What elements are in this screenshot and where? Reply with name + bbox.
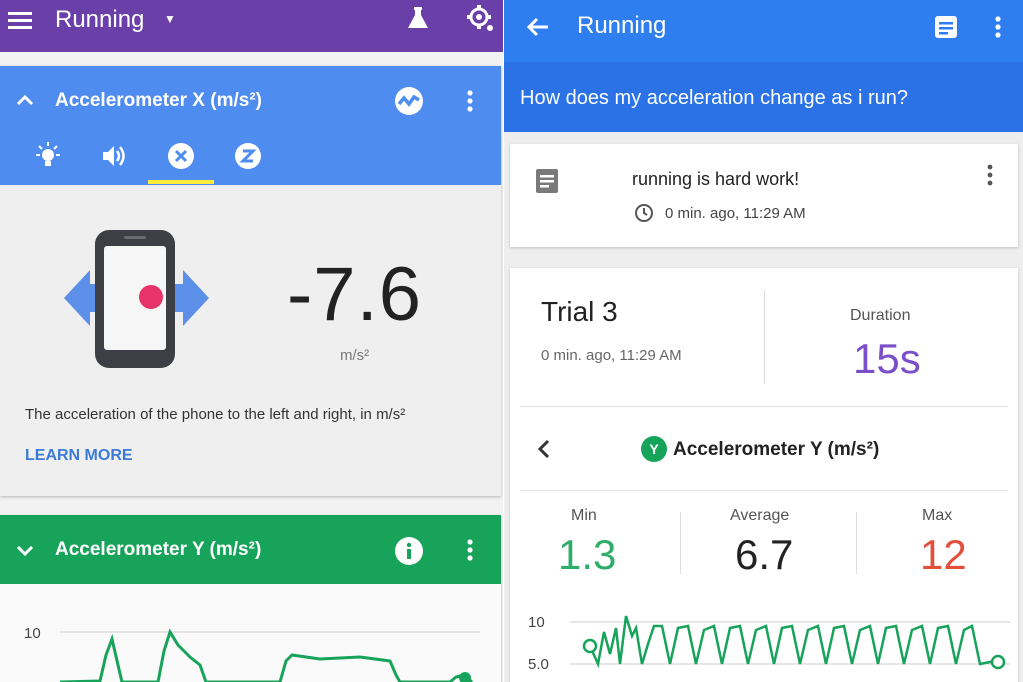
duration-value: 15s	[853, 335, 921, 382]
accelerometer-y-icon: Y	[640, 435, 668, 468]
stat-max-label: Max	[922, 507, 953, 524]
right-app-bar: Running	[504, 0, 1023, 62]
note-text: running is hard work!	[632, 169, 800, 189]
stat-min-value: 1.3	[558, 531, 617, 578]
sound-icon[interactable]	[94, 140, 134, 172]
accelerometer-x-card: Accelerometer X (m/s²) -7.6 m/s² The acc…	[0, 66, 501, 496]
trial-timestamp: 0 min. ago, 11:29 AM	[541, 347, 682, 364]
sensor-title[interactable]: Accelerometer X (m/s²)	[55, 90, 262, 112]
clock-icon	[633, 202, 655, 229]
stat-max-value: 12	[920, 531, 967, 578]
divider	[520, 490, 1008, 491]
accelerometer-x-icon[interactable]	[161, 140, 201, 172]
trial-graph[interactable]	[570, 606, 1010, 682]
accelerometer-y-card: Accelerometer Y (m/s²) 10	[0, 515, 501, 682]
trial-card: Trial 3 0 min. ago, 11:29 AM Duration 15…	[510, 268, 1018, 682]
stat-min-label: Min	[571, 507, 597, 524]
expand-chevron-icon[interactable]	[14, 539, 36, 566]
accelerometer-y-header: Accelerometer Y (m/s²)	[0, 515, 501, 584]
divider	[680, 512, 681, 574]
sensor-title[interactable]: Accelerometer Y (m/s²)	[55, 539, 261, 561]
brightness-icon[interactable]	[28, 140, 68, 172]
trial-review-screen: Running How does my acceleration change …	[504, 0, 1023, 682]
experiment-screen: Running ▼ Accelerometer X (m/s²) -7.6 m/…	[0, 0, 503, 682]
y-axis-tick: 10	[528, 614, 545, 631]
stat-average-label: Average	[730, 507, 790, 524]
divider	[520, 406, 1008, 407]
divider	[856, 512, 857, 574]
sensor-title: Accelerometer Y (m/s²)	[673, 439, 880, 460]
note-card[interactable]: running is hard work! 0 min. ago, 11:29 …	[510, 144, 1018, 247]
sensor-badge-letter: Y	[649, 441, 659, 457]
previous-sensor-icon[interactable]	[534, 438, 554, 465]
graph-toggle-icon[interactable]	[393, 85, 425, 122]
more-options-icon[interactable]	[460, 537, 480, 568]
notes-icon[interactable]	[932, 13, 960, 46]
live-graph[interactable]	[60, 615, 480, 682]
sensor-description: The acceleration of the phone to the lef…	[25, 406, 406, 423]
info-icon[interactable]	[394, 536, 424, 571]
experiment-question: How does my acceleration change as i run…	[504, 62, 1023, 132]
question-text: How does my acceleration change as i run…	[520, 87, 908, 109]
settings-camera-icon[interactable]	[466, 4, 496, 39]
reading-unit: m/s²	[340, 347, 370, 364]
collapse-chevron-icon[interactable]	[14, 90, 36, 117]
dropdown-caret-icon[interactable]: ▼	[164, 12, 176, 26]
phone-illustration	[64, 226, 209, 371]
stat-average-value: 6.7	[735, 531, 794, 578]
trial-name: Trial 3	[541, 296, 618, 327]
menu-icon[interactable]	[4, 4, 36, 36]
accelerometer-x-header: Accelerometer X (m/s²)	[0, 66, 501, 185]
active-tab-indicator	[148, 180, 214, 184]
left-app-bar: Running ▼	[0, 0, 503, 52]
flask-icon[interactable]	[404, 4, 432, 37]
back-arrow-icon[interactable]	[524, 13, 552, 46]
note-more-options-icon[interactable]	[980, 162, 1000, 193]
more-options-icon[interactable]	[988, 13, 1008, 46]
experiment-title[interactable]: Running	[55, 6, 144, 34]
accelerometer-z-icon[interactable]	[228, 140, 268, 172]
note-document-icon	[532, 166, 562, 201]
experiment-title: Running	[577, 12, 667, 39]
more-options-icon[interactable]	[460, 88, 480, 119]
duration-label: Duration	[850, 307, 911, 324]
y-axis-tick: 5.0	[528, 656, 549, 673]
divider	[764, 290, 765, 384]
note-timestamp: 0 min. ago, 11:29 AM	[665, 205, 806, 222]
learn-more-link[interactable]: LEARN MORE	[25, 447, 133, 465]
y-axis-tick: 10	[24, 625, 41, 642]
sensor-reading: -7.6	[287, 252, 422, 337]
